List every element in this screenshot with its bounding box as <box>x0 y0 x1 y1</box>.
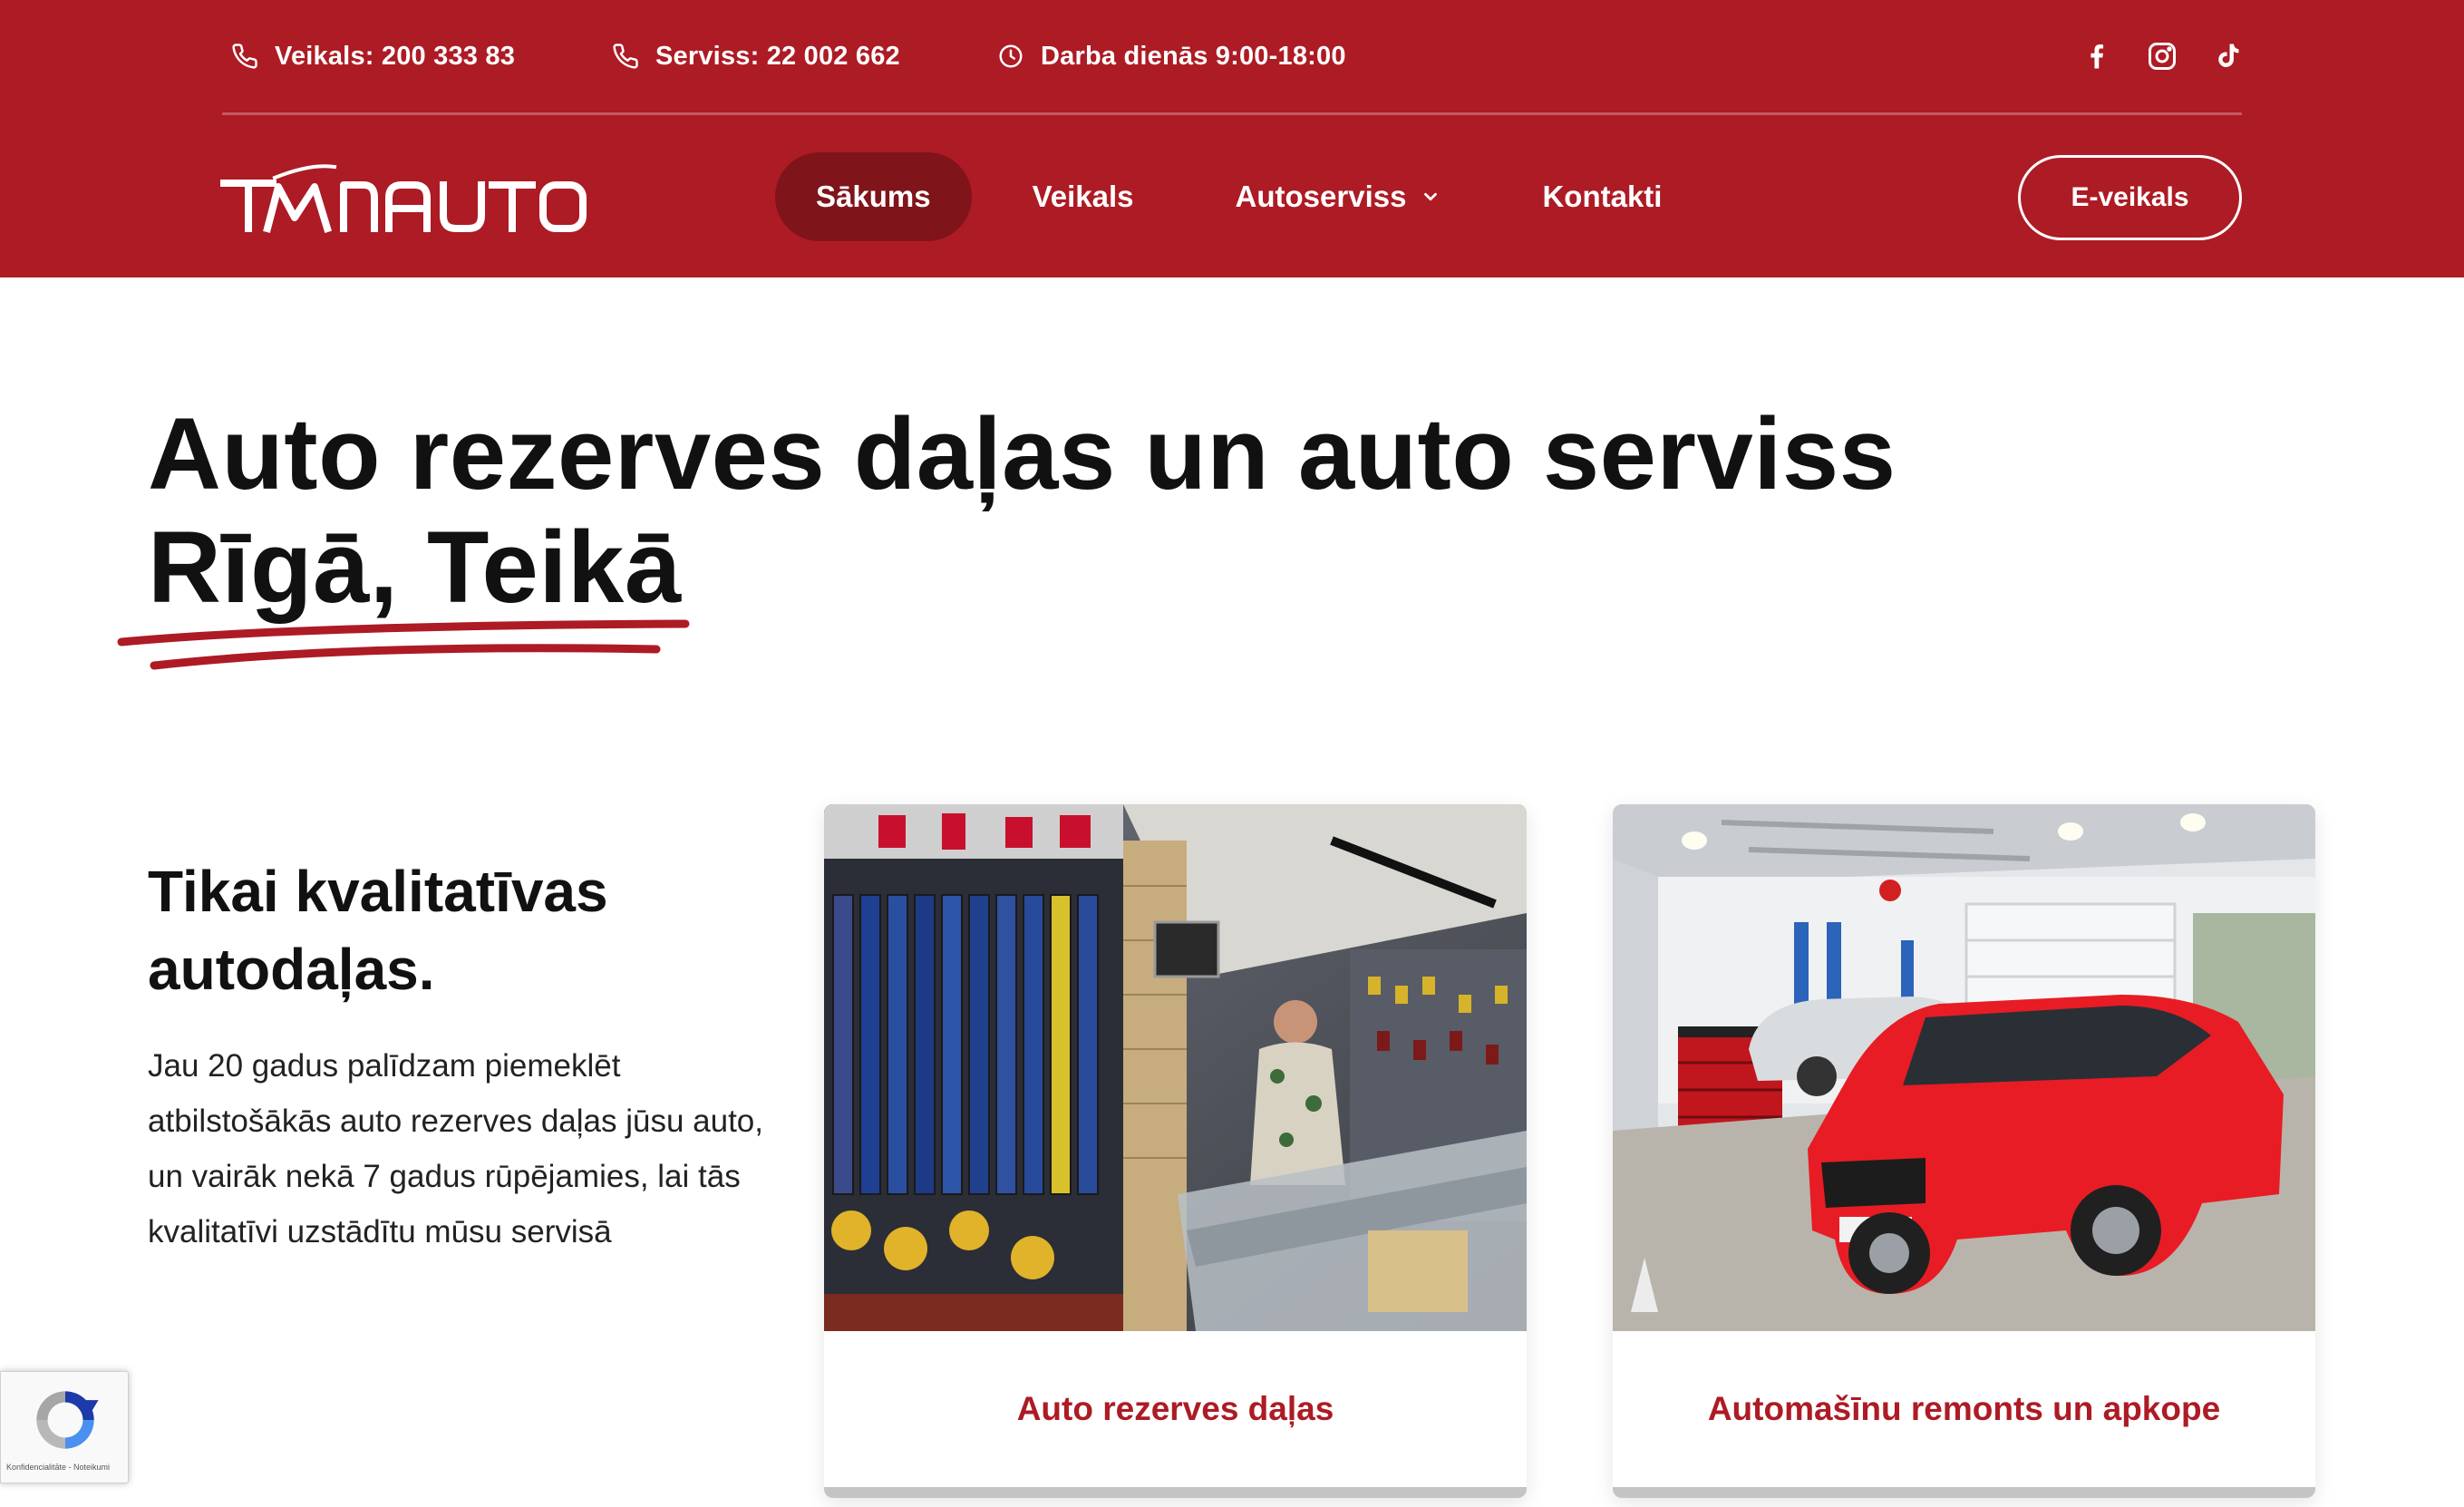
intro-title: Tikai kvalitatīvas autodaļas. <box>148 859 608 1002</box>
tiktok-icon <box>2218 44 2239 67</box>
car-service-garage-photo <box>1613 804 2315 1331</box>
nav-item-home-label: Sākums <box>816 180 931 213</box>
nav-item-shop-label: Veikals <box>1032 180 1134 213</box>
nav-item-contacts-label: Kontakti <box>1542 180 1663 213</box>
recaptcha-icon <box>36 1391 99 1449</box>
nav-item-contacts[interactable]: Kontakti <box>1501 152 1702 241</box>
instagram-icon <box>2149 43 2176 70</box>
shop-phone-text: Veikals: 200 333 83 <box>275 41 516 71</box>
hero-title-line2: Rīgā, Teikā <box>148 510 682 624</box>
tiktok-link[interactable] <box>2209 38 2246 74</box>
e-shop-button[interactable]: E-veikals <box>2018 155 2242 240</box>
service-phone-link[interactable]: Serviss: 22 002 662 <box>612 36 900 76</box>
working-hours: Darba dienās 9:00-18:00 <box>997 36 1346 76</box>
site-logo[interactable] <box>220 161 587 234</box>
nav-item-autoservice-label: Autoserviss <box>1235 180 1407 213</box>
chevron-down-icon <box>1424 192 1438 201</box>
card-auto-parts[interactable]: Auto rezerves daļas <box>824 804 1527 1498</box>
recaptcha-badge[interactable]: Konfidencialitāte - Noteikumi <box>0 1371 129 1483</box>
clock-icon <box>999 44 1023 68</box>
instagram-link[interactable] <box>2144 38 2180 74</box>
auto-parts-shop-photo <box>824 804 1527 1331</box>
site-header: Veikals: 200 333 83 Serviss: 22 002 662 … <box>0 0 2464 277</box>
hero-underline-decoration <box>117 619 690 670</box>
nav-item-home[interactable]: Sākums <box>775 152 972 241</box>
facebook-link[interactable] <box>2079 38 2115 74</box>
logo-graphic <box>220 164 587 233</box>
service-phone-text: Serviss: 22 002 662 <box>655 41 900 71</box>
phone-icon <box>613 44 638 69</box>
phone-icon <box>232 44 257 69</box>
card-car-service-label: Automašīnu remonts un apkope <box>1707 1390 2221 1427</box>
nav-item-autoservice[interactable]: Autoserviss <box>1195 152 1482 241</box>
hero-title: Auto rezerves daļas un auto serviss Rīgā… <box>148 397 2233 624</box>
hero-title-line1: Auto rezerves daļas un auto serviss <box>148 397 1897 510</box>
working-hours-text: Darba dienās 9:00-18:00 <box>1041 41 1346 71</box>
top-contact-bar: Veikals: 200 333 83 Serviss: 22 002 662 … <box>222 0 2242 115</box>
shop-phone-link[interactable]: Veikals: 200 333 83 <box>231 36 515 76</box>
facebook-icon <box>2091 44 2104 69</box>
nav-item-shop[interactable]: Veikals <box>992 152 1175 241</box>
recaptcha-links[interactable]: Konfidencialitāte - Noteikumi <box>6 1463 128 1472</box>
card-auto-parts-label: Auto rezerves daļas <box>1016 1390 1334 1427</box>
main-navigation: Sākums Veikals Autoserviss Kontakti <box>775 152 1722 241</box>
intro-text: Jau 20 gadus palīdzam piemeklēt atbilsto… <box>148 1048 763 1249</box>
card-car-service[interactable]: Automašīnu remonts un apkope <box>1613 804 2315 1498</box>
